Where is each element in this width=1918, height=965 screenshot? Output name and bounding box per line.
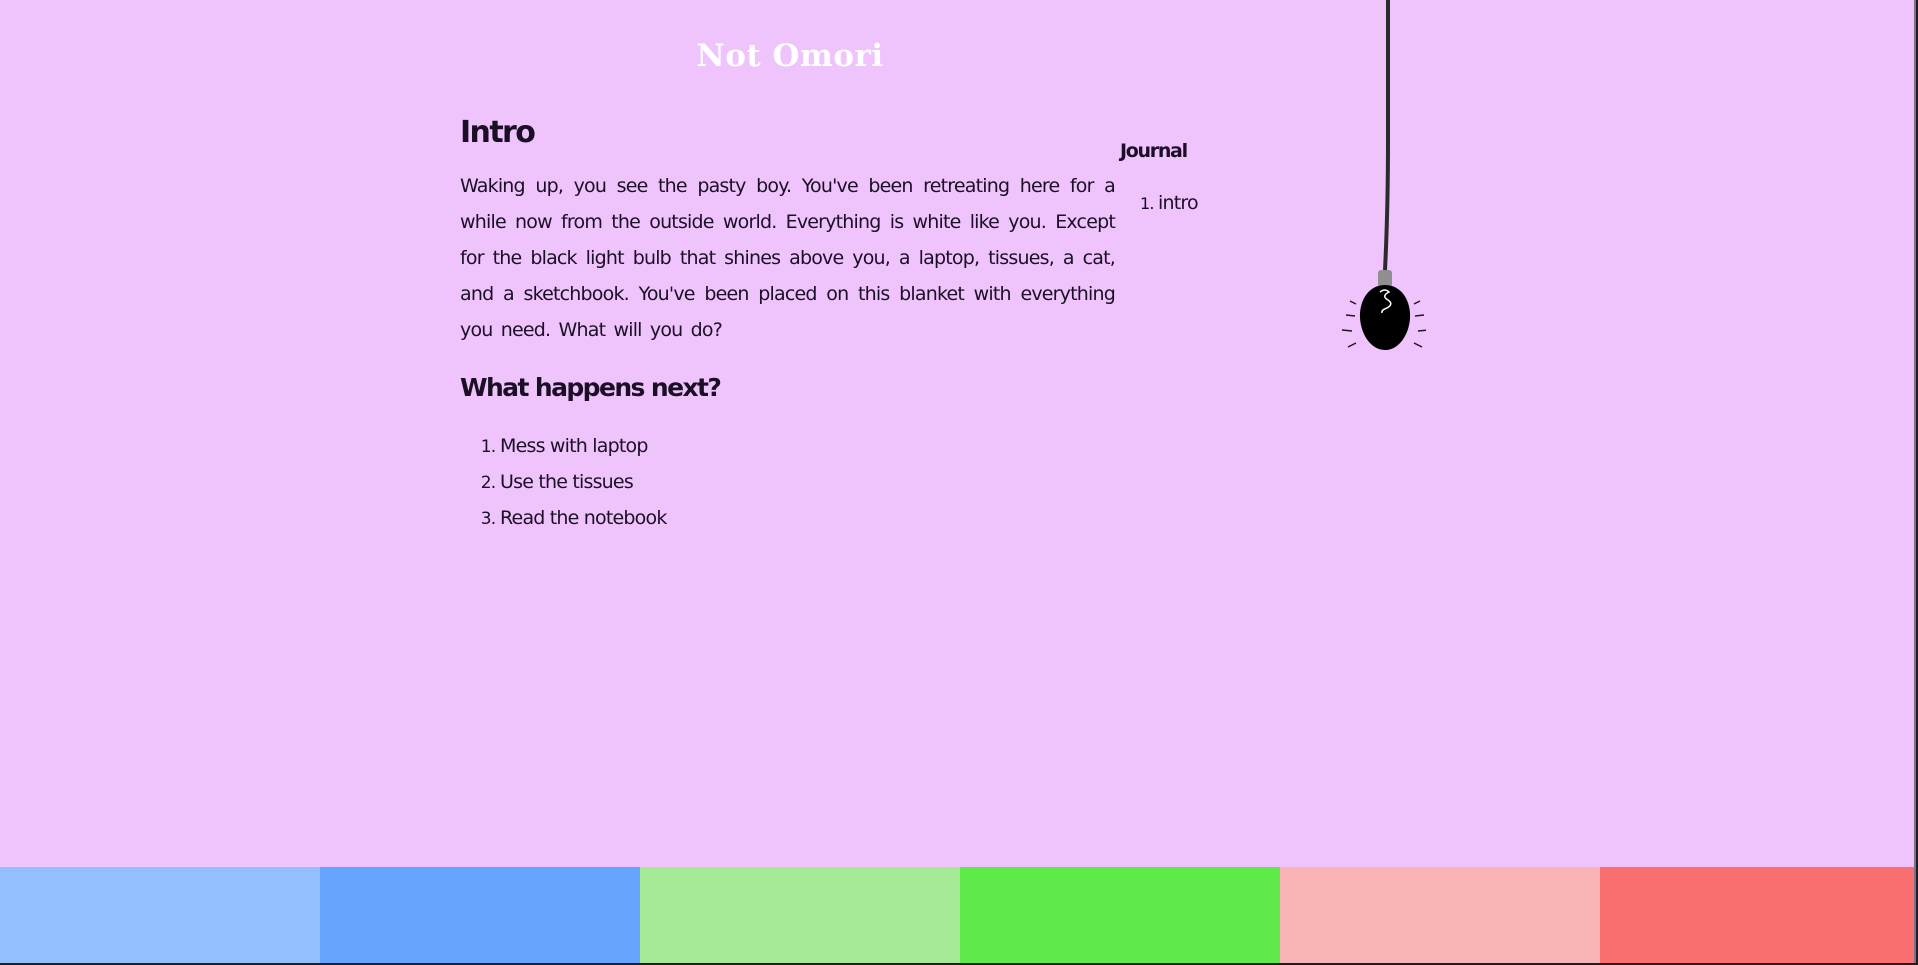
intro-heading: Intro [460,115,536,150]
color-strip [0,867,1916,963]
intro-text: Waking up, you see the pasty boy. You've… [460,175,1116,341]
journal-item-intro[interactable]: intro [1158,192,1270,214]
journal-sidebar: Journal intro [1120,140,1270,214]
color-block-green [960,867,1280,963]
color-block-light-blue [0,867,320,963]
color-block-light-green [640,867,960,963]
choice-list: Mess with laptop Use the tissues Read th… [460,428,1115,536]
journal-list: intro [1120,192,1270,214]
main-content: Intro Waking up, you see the pasty boy. … [460,110,1116,536]
choice-item-notebook[interactable]: Read the notebook [500,500,1115,536]
journal-title: Journal [1120,140,1188,162]
next-heading: What happens next? [460,373,722,402]
page: Not Omori Intro Waking up, you see the p… [0,0,1916,963]
site-title: Not Omori [696,38,884,74]
color-block-blue [320,867,640,963]
color-block-red [1600,867,1916,963]
color-block-light-red [1280,867,1600,963]
scrollbar-edge[interactable] [1914,0,1916,963]
choice-item-tissues[interactable]: Use the tissues [500,464,1115,500]
choice-item-laptop[interactable]: Mess with laptop [500,428,1115,464]
hanging-light-bulb-icon [1341,0,1426,350]
